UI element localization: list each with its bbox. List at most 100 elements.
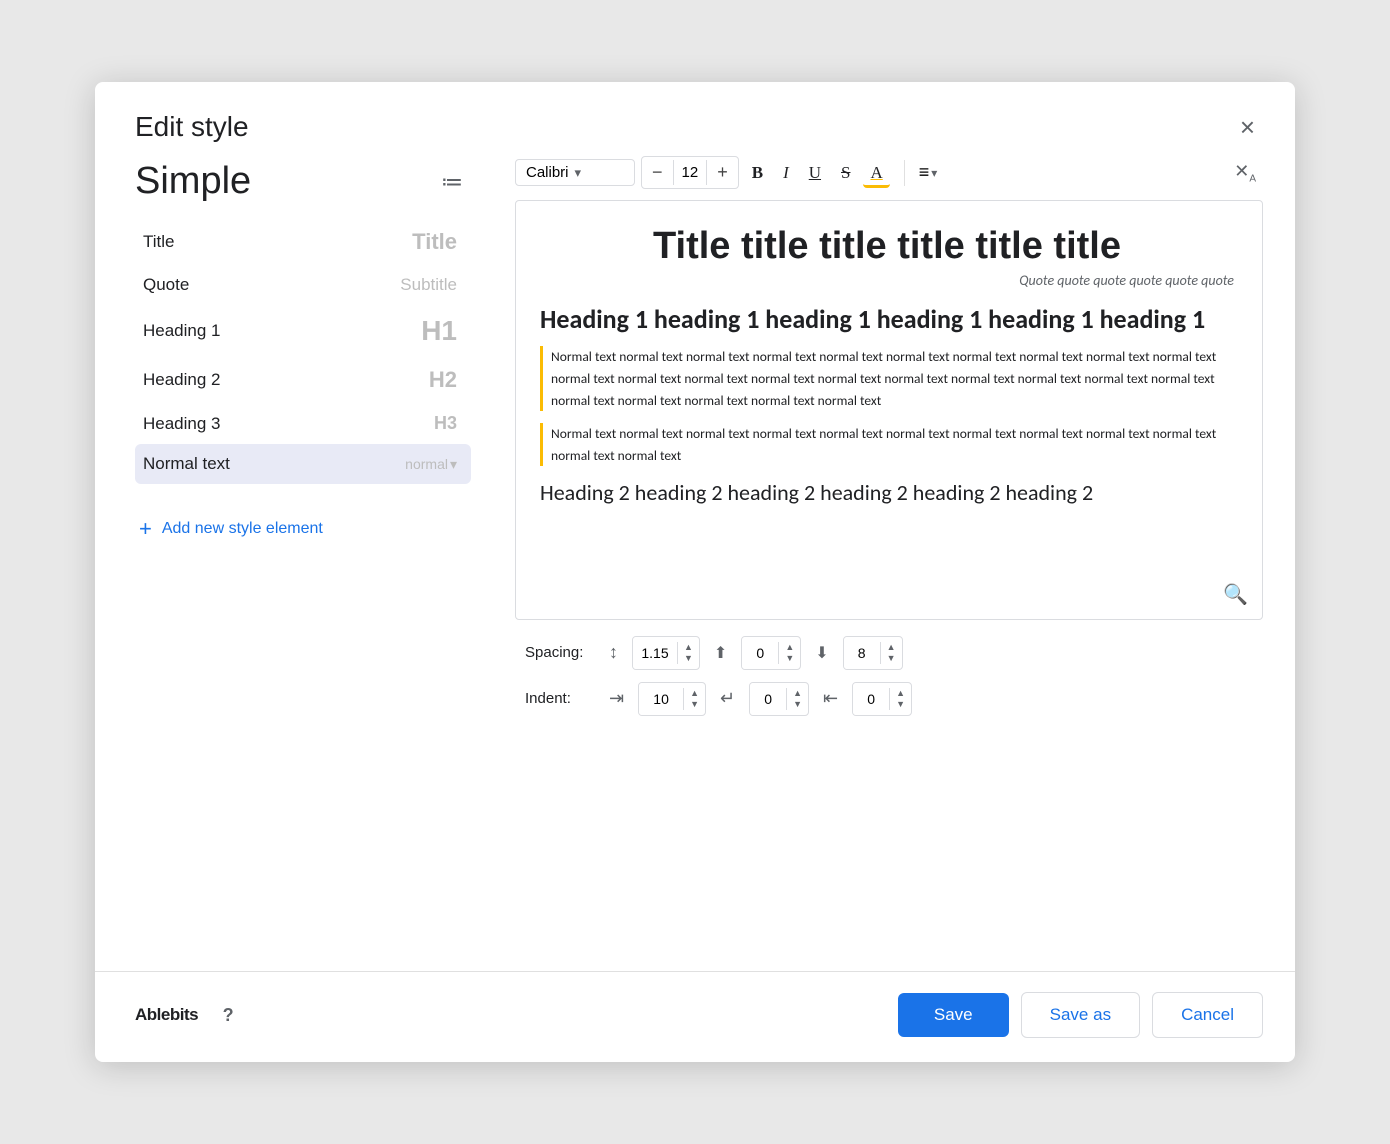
italic-button[interactable]: I: [776, 158, 796, 188]
indent-left-spinners: ▲ ▼: [683, 688, 705, 710]
preview-normal-1: Normal text normal text normal text norm…: [540, 346, 1234, 411]
preview-normal-2: Normal text normal text normal text norm…: [540, 423, 1234, 466]
spacing-before-input[interactable]: ▲ ▼: [741, 636, 801, 670]
align-icon: ≡: [919, 162, 930, 183]
indent-right-value[interactable]: [853, 683, 889, 715]
spacing-before-value[interactable]: [742, 637, 778, 669]
indent-left-input[interactable]: ▲ ▼: [638, 682, 706, 716]
spacing-line-down-button[interactable]: ▼: [678, 653, 699, 664]
style-name-heading2: Heading 2: [143, 370, 221, 390]
style-item-quote[interactable]: Quote Subtitle: [135, 265, 471, 305]
help-button[interactable]: ?: [212, 999, 244, 1031]
indent-right-down-button[interactable]: ▼: [890, 699, 911, 710]
spacing-line-input[interactable]: ▲ ▼: [632, 636, 700, 670]
add-style-button[interactable]: + Add new style element: [135, 508, 471, 550]
style-name-heading3: Heading 3: [143, 414, 221, 434]
spacing-after-up-button[interactable]: ▲: [881, 642, 902, 653]
font-size-decrease-button[interactable]: −: [642, 157, 673, 188]
preview-title: Title title title title title title: [540, 225, 1234, 268]
style-name-quote: Quote: [143, 275, 189, 295]
style-preview-title: Title: [412, 229, 457, 255]
spacing-after-value[interactable]: [844, 637, 880, 669]
bold-button[interactable]: B: [745, 158, 770, 188]
style-name-normal: Normal text: [143, 454, 230, 474]
spacing-line-up-button[interactable]: ▲: [678, 642, 699, 653]
right-panel: Calibri ▾ − 12 + B I U S A ≡ ▾: [495, 156, 1295, 955]
align-dropdown[interactable]: ≡ ▾: [919, 162, 938, 183]
font-color-button[interactable]: A: [863, 158, 889, 188]
indent-left-down-button[interactable]: ▼: [684, 699, 705, 710]
style-item-heading1[interactable]: Heading 1 H1: [135, 305, 471, 357]
toolbar: Calibri ▾ − 12 + B I U S A ≡ ▾: [515, 156, 1263, 190]
spacing-after-spinners: ▲ ▼: [880, 642, 902, 664]
style-set-name: Simple: [135, 160, 251, 203]
save-button[interactable]: Save: [898, 993, 1009, 1037]
style-preview-heading2: H2: [429, 367, 457, 393]
indent-label: Indent:: [525, 690, 595, 707]
spacing-row: Spacing: ↕ ▲ ▼ ⬆ ▲ ▼: [525, 636, 1263, 670]
spacing-label: Spacing:: [525, 644, 595, 661]
style-item-normal[interactable]: Normal text normal ▾: [135, 444, 471, 484]
indent-right-input[interactable]: ▲ ▼: [852, 682, 912, 716]
sort-icon[interactable]: ≔: [433, 165, 471, 199]
spacing-before-icon: ⬆: [714, 643, 727, 663]
style-preview-heading3: H3: [434, 413, 457, 434]
spacing-before-up-button[interactable]: ▲: [779, 642, 800, 653]
indent-first-up-button[interactable]: ▲: [787, 688, 808, 699]
style-preview-quote: Subtitle: [400, 275, 457, 295]
dialog-header: Edit style ×: [95, 82, 1295, 156]
strikethrough-button[interactable]: S: [834, 158, 857, 188]
font-size-control: − 12 +: [641, 156, 739, 189]
indent-left-up-button[interactable]: ▲: [684, 688, 705, 699]
spacing-after-input[interactable]: ▲ ▼: [843, 636, 903, 670]
spacing-after-icon: ⬇: [815, 643, 828, 663]
indent-right-icon: ⇤: [823, 688, 838, 709]
clear-icon: ✕A: [1234, 161, 1256, 181]
preview-h1: Heading 1 heading 1 heading 1 heading 1 …: [540, 303, 1234, 337]
spacing-line-spinners: ▲ ▼: [677, 642, 699, 664]
preview-area: Title title title title title title Quot…: [515, 200, 1263, 620]
controls-area: Spacing: ↕ ▲ ▼ ⬆ ▲ ▼: [515, 636, 1263, 716]
style-preview-heading1: H1: [421, 315, 457, 347]
toolbar-divider: [904, 160, 905, 186]
spacing-after-down-button[interactable]: ▼: [881, 653, 902, 664]
style-set-header: Simple ≔: [135, 160, 471, 203]
font-size-increase-button[interactable]: +: [707, 157, 738, 188]
clear-formatting-button[interactable]: ✕A: [1227, 156, 1263, 190]
style-preview-normal: normal ▾: [405, 456, 457, 473]
style-item-heading2[interactable]: Heading 2 H2: [135, 357, 471, 403]
align-chevron-icon: ▾: [931, 166, 937, 180]
indent-first-value[interactable]: [750, 683, 786, 715]
indent-first-icon: ↵: [720, 688, 735, 709]
indent-left-value[interactable]: [639, 683, 683, 715]
preview-subtitle: Quote quote quote quote quote quote: [540, 272, 1234, 289]
ablebits-logo: Ablebits: [135, 1005, 198, 1025]
left-panel: Simple ≔ Title Title Quote Subtitle Head…: [95, 156, 495, 955]
indent-first-down-button[interactable]: ▼: [787, 699, 808, 710]
spacing-line-value[interactable]: [633, 637, 677, 669]
style-item-heading3[interactable]: Heading 3 H3: [135, 403, 471, 444]
indent-first-input[interactable]: ▲ ▼: [749, 682, 809, 716]
spacing-before-down-button[interactable]: ▼: [779, 653, 800, 664]
indent-first-spinners: ▲ ▼: [786, 688, 808, 710]
dropdown-arrow-icon: ▾: [450, 456, 457, 473]
indent-right-spinners: ▲ ▼: [889, 688, 911, 710]
edit-style-dialog: Edit style × Simple ≔ Title Title Quote …: [95, 82, 1295, 1062]
font-selector[interactable]: Calibri ▾: [515, 159, 635, 186]
cancel-button[interactable]: Cancel: [1152, 992, 1263, 1038]
chevron-down-icon: ▾: [575, 165, 582, 181]
save-as-button[interactable]: Save as: [1021, 992, 1140, 1038]
indent-row: Indent: ⇥ ▲ ▼ ↵ ▲ ▼: [525, 682, 1263, 716]
dialog-title: Edit style: [135, 111, 249, 143]
preview-h2: Heading 2 heading 2 heading 2 heading 2 …: [540, 478, 1234, 509]
indent-left-icon: ⇥: [609, 688, 624, 709]
spacing-before-spinners: ▲ ▼: [778, 642, 800, 664]
line-spacing-icon: ↕: [609, 642, 618, 663]
close-button[interactable]: ×: [1232, 110, 1263, 144]
font-name-label: Calibri: [526, 164, 569, 181]
indent-right-up-button[interactable]: ▲: [890, 688, 911, 699]
underline-button[interactable]: U: [802, 158, 828, 188]
footer-right: Save Save as Cancel: [898, 992, 1263, 1038]
zoom-icon[interactable]: 🔍: [1223, 582, 1248, 607]
style-item-title[interactable]: Title Title: [135, 219, 471, 265]
